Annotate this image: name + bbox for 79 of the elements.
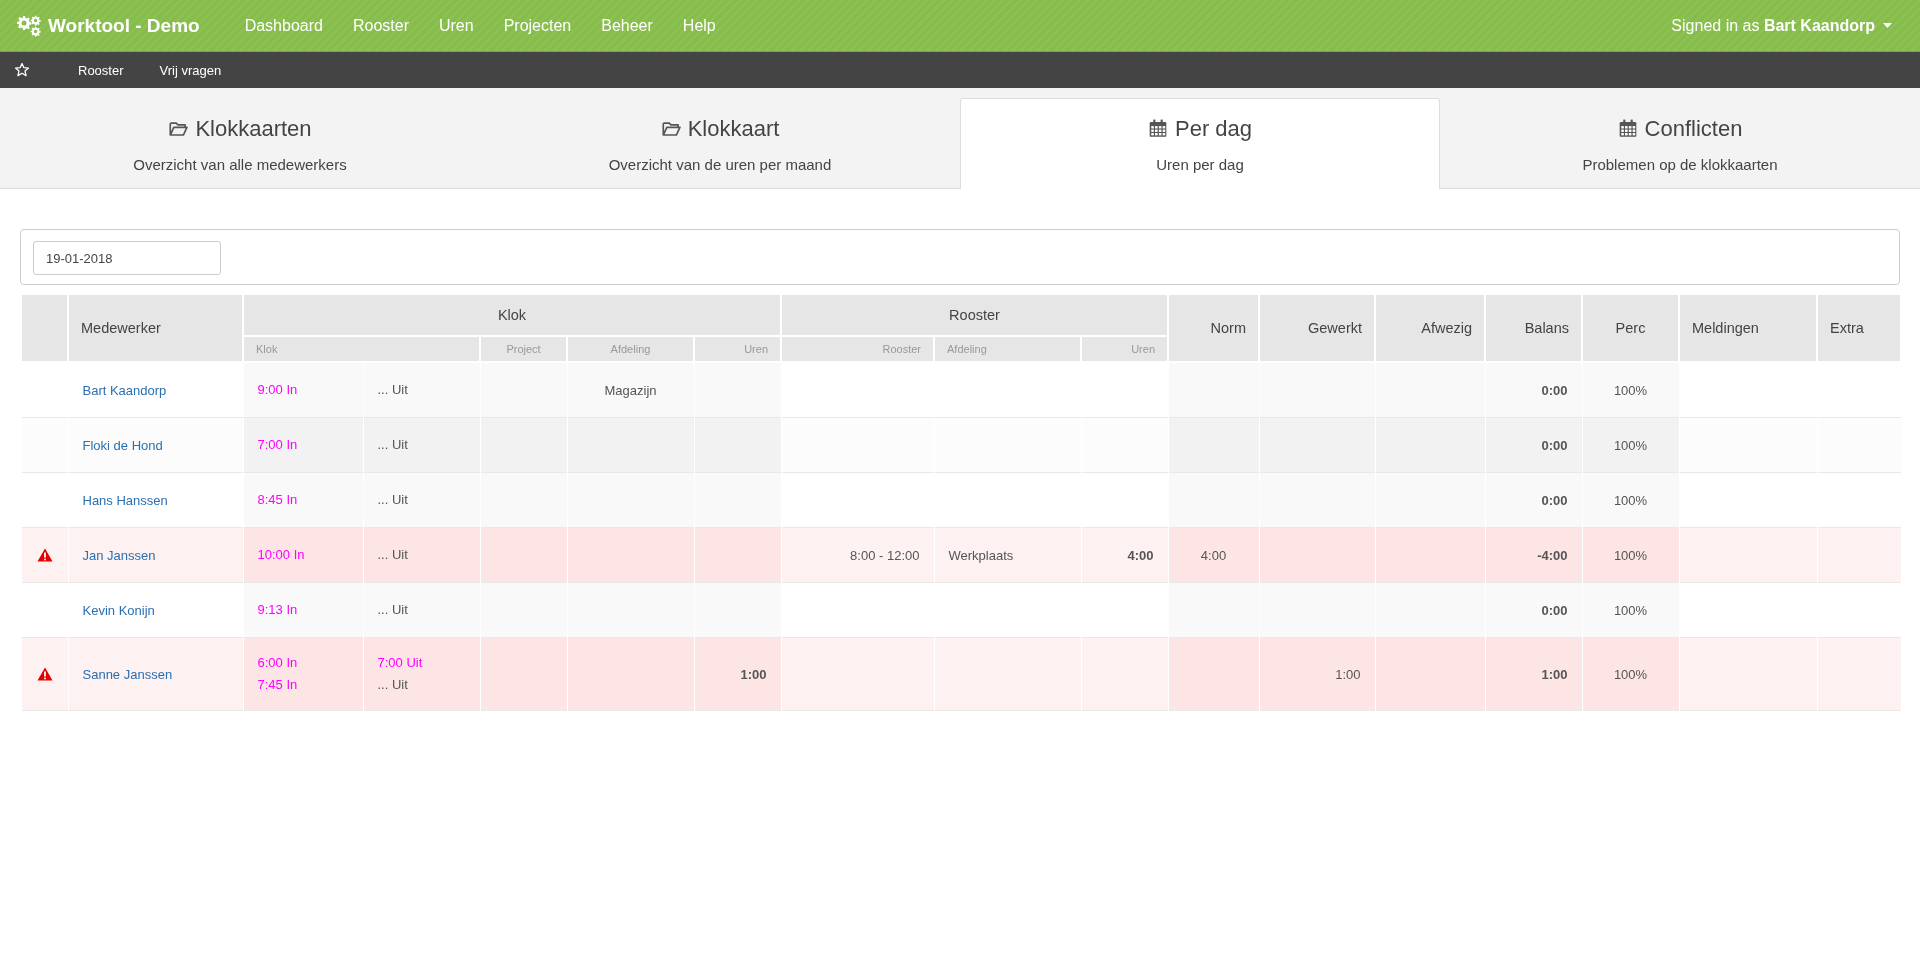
tab[interactable]: Klokkaarten Overzicht van alle medewerkers <box>0 98 480 189</box>
table-cell: 100% <box>1613 437 1648 453</box>
employee-link[interactable]: Kevin Konijn <box>82 602 155 618</box>
open-clock-out: ... Uit <box>377 546 409 564</box>
column-group-header: Klok <box>243 295 781 336</box>
tab-title: Conflicten <box>1644 115 1743 142</box>
table-cell: 0:00 <box>1541 382 1568 398</box>
warning-icon <box>36 667 53 681</box>
gears-icon <box>16 14 42 37</box>
subnav-link[interactable]: Vrij vragen <box>141 62 240 78</box>
column-header: Extra <box>1817 295 1901 362</box>
column-header: Afwezig <box>1375 295 1485 362</box>
table-cell: Magazijn <box>604 382 657 398</box>
open-clock-out: ... Uit <box>377 381 409 399</box>
folder-icon <box>660 119 681 138</box>
clock-time: 7:00 Uit <box>377 654 424 672</box>
table-cell: 8:00 - 12:00 <box>850 547 920 563</box>
table-cell: 1:00 <box>1541 666 1568 682</box>
table-cell: 0:00 <box>1541 437 1568 453</box>
table-cell: -4:00 <box>1537 547 1568 563</box>
clock-time: 6:00 In <box>257 654 299 672</box>
open-clock-out: ... Uit <box>377 436 409 454</box>
column-header: Medewerker <box>68 295 243 362</box>
table-cell: 0:00 <box>1541 602 1568 618</box>
employee-link[interactable]: Hans Hanssen <box>82 492 168 508</box>
open-clock-out: ... Uit <box>377 601 409 619</box>
table-cell: 100% <box>1613 382 1648 398</box>
open-clock-out: ... Uit <box>377 491 409 509</box>
clock-time: 10:00 In <box>257 546 306 564</box>
column-header: Klok <box>243 336 480 362</box>
column-header: Uren <box>694 336 781 362</box>
tab[interactable]: Per dag Uren per dag <box>960 98 1440 189</box>
tab-title: Per dag <box>1174 115 1253 142</box>
table-cell: 100% <box>1613 547 1648 563</box>
table-cell: 4:00 <box>1200 547 1227 563</box>
employee-link[interactable]: Sanne Janssen <box>82 666 173 682</box>
column-header: Perc <box>1582 295 1679 362</box>
table-cell: 100% <box>1613 492 1648 508</box>
tab-subtitle: Uren per dag <box>1156 155 1244 173</box>
table-cell: 100% <box>1613 666 1648 682</box>
folder-icon <box>168 119 189 138</box>
table-cell: 100% <box>1613 602 1648 618</box>
calendar-icon <box>1617 119 1638 138</box>
tab[interactable]: Klokkaart Overzicht van de uren per maand <box>480 98 960 189</box>
column-header: Project <box>480 336 567 362</box>
table-cell: 1:00 <box>740 666 767 682</box>
clock-time: 8:45 In <box>257 491 299 509</box>
subnav-link[interactable]: Rooster <box>60 62 142 78</box>
column-group-header: Rooster <box>781 295 1168 336</box>
clock-time: 9:00 In <box>257 381 299 399</box>
star-icon[interactable] <box>14 62 30 78</box>
date-field[interactable]: 19-01-2018 <box>33 241 221 275</box>
table-cell: 0:00 <box>1541 492 1568 508</box>
caret-icon <box>1883 23 1892 28</box>
tab-subtitle: Overzicht van alle medewerkers <box>133 155 347 173</box>
tab-title: Klokkaarten <box>195 115 312 142</box>
calendar-icon <box>1147 119 1168 138</box>
table-cell: Werkplaats <box>948 547 1014 563</box>
employee-link[interactable]: Jan Janssen <box>82 547 156 563</box>
employee-link[interactable]: Floki de Hond <box>82 437 163 453</box>
column-header: Rooster <box>781 336 934 362</box>
clock-time: 7:00 In <box>257 436 299 454</box>
employee-link[interactable]: Bart Kaandorp <box>82 382 167 398</box>
open-clock-out: ... Uit <box>377 676 409 694</box>
column-header: Balans <box>1485 295 1582 362</box>
column-header: Afdeling <box>567 336 694 362</box>
column-header: Norm <box>1168 295 1259 362</box>
tab[interactable]: Conflicten Problemen op de klokkaarten <box>1440 98 1920 189</box>
clock-time: 7:45 In <box>257 676 299 694</box>
tab-subtitle: Problemen op de klokkaarten <box>1582 155 1778 173</box>
tab-subtitle: Overzicht van de uren per maand <box>608 155 832 173</box>
column-header: Meldingen <box>1679 295 1817 362</box>
table-cell: 4:00 <box>1127 547 1154 563</box>
tab-title: Klokkaart <box>687 115 780 142</box>
column-header: Afdeling <box>934 336 1081 362</box>
warning-icon <box>36 548 53 562</box>
clock-time: 9:13 In <box>257 601 299 619</box>
table-cell: 1:00 <box>1335 666 1361 682</box>
column-header: Gewerkt <box>1259 295 1375 362</box>
